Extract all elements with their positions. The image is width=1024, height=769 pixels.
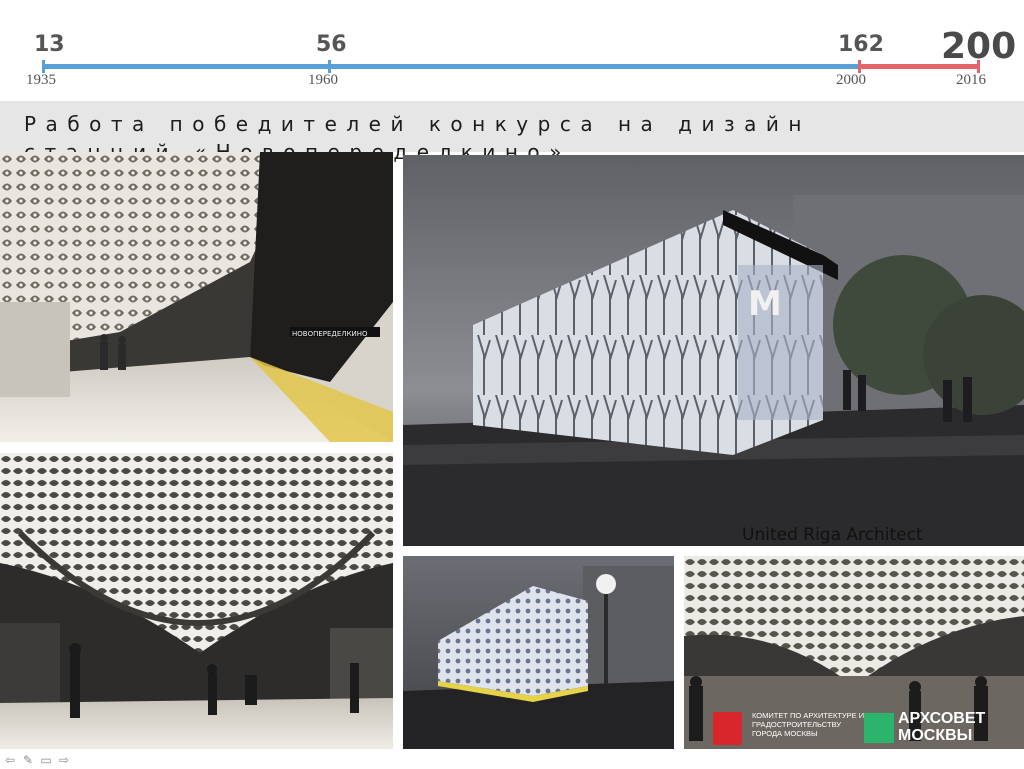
photo-platform: НОВОПЕРЕДЕЛКИНО bbox=[0, 152, 393, 442]
committee-logo-text: Комитет по архитектуре и градостроительс… bbox=[752, 711, 865, 738]
timeline-count: 162 bbox=[838, 32, 884, 57]
forward-arrow-icon[interactable]: ⇨ bbox=[57, 753, 71, 767]
timeline-count: 200 bbox=[941, 26, 1017, 67]
photo-pavilion-night: М bbox=[403, 155, 1024, 546]
back-arrow-icon[interactable]: ⇦ bbox=[3, 753, 17, 767]
slides-icon[interactable]: ▭ bbox=[39, 753, 53, 767]
timeline-count: 56 bbox=[316, 32, 347, 57]
moscow-coat-of-arms-logo bbox=[713, 712, 742, 745]
pen-icon[interactable]: ✎ bbox=[21, 753, 35, 767]
platform-sign: НОВОПЕРЕДЕЛКИНО bbox=[292, 330, 368, 338]
architect-credit: United Riga Architect bbox=[742, 525, 923, 545]
timeline: 13 56 162 200 1935г. 1960г. 2000г. 2016г… bbox=[0, 0, 1024, 114]
photo-pavilion-small bbox=[403, 556, 674, 749]
metro-letter: М bbox=[748, 284, 782, 324]
timeline-line-past bbox=[42, 64, 860, 69]
arhsovet-logo-text: АРХСОВЕТ МОСКВЫ bbox=[898, 710, 986, 744]
slideshow-toolbar: ⇦ ✎ ▭ ⇨ bbox=[0, 751, 83, 769]
photo-vaulted-hall bbox=[0, 453, 393, 749]
timeline-count: 13 bbox=[34, 32, 65, 57]
arhsovet-logo-mark bbox=[864, 713, 894, 743]
